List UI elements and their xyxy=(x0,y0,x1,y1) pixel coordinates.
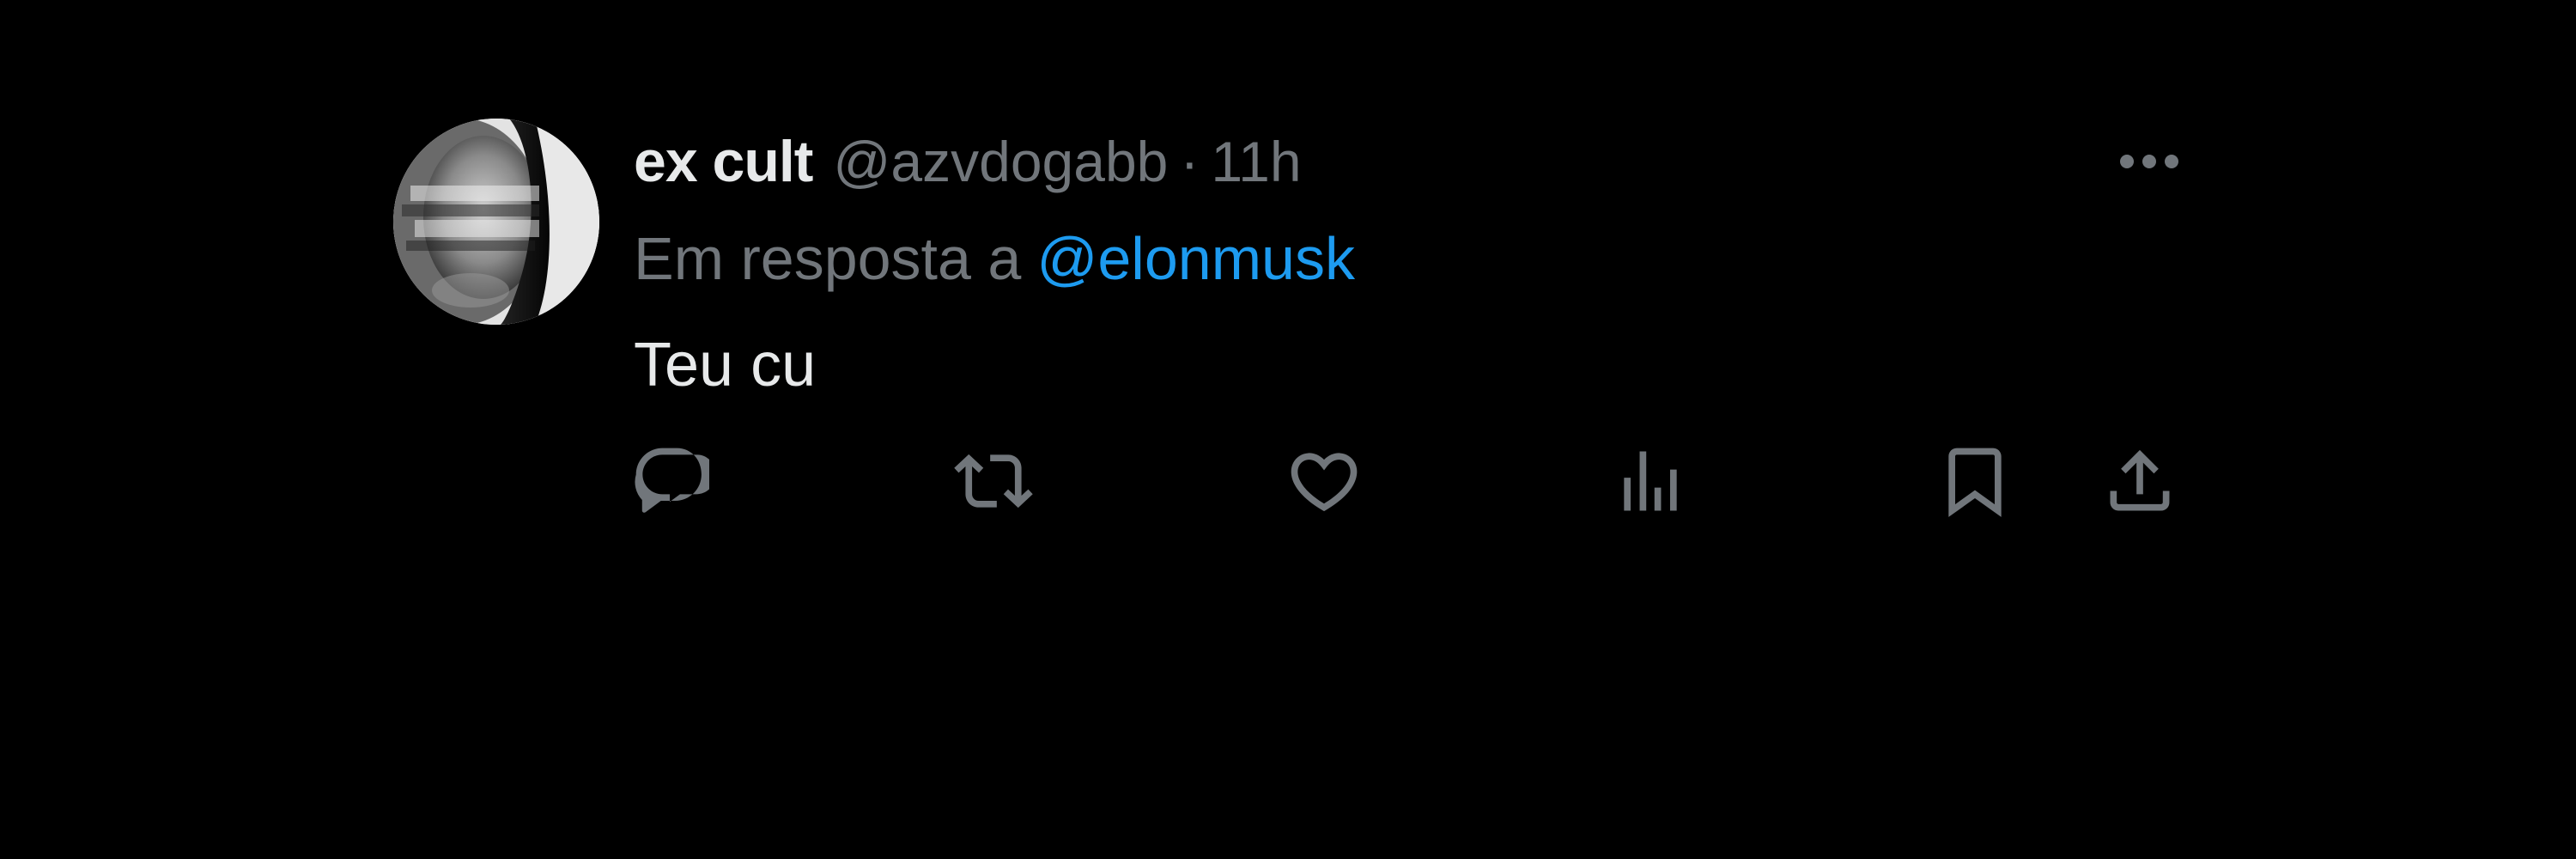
repost-icon xyxy=(954,454,1033,509)
bookmark-icon xyxy=(1948,448,2002,517)
heart-icon xyxy=(1291,453,1358,512)
more-dot xyxy=(2142,155,2156,168)
views-icon xyxy=(1624,451,1677,511)
share-icon xyxy=(2110,449,2170,511)
reply-context: Em resposta a @elonmusk xyxy=(634,211,1355,306)
tweet-text: Teu cu xyxy=(634,331,817,399)
like-button[interactable] xyxy=(1281,438,1367,524)
bookmark-button[interactable] xyxy=(1932,438,2018,524)
tweet-header: ex cult @azvdogabb · 11h xyxy=(634,119,1922,204)
more-dot xyxy=(2120,155,2134,168)
avatar-image xyxy=(393,119,599,325)
tweet[interactable]: ex cult @azvdogabb · 11h Em resposta a @… xyxy=(393,119,2188,531)
reply-button[interactable] xyxy=(627,438,713,524)
repost-button[interactable] xyxy=(951,438,1036,524)
avatar[interactable] xyxy=(393,119,599,325)
reply-mention-link[interactable]: @elonmusk xyxy=(1036,224,1355,293)
header-separator: · xyxy=(1180,130,1200,193)
user-handle[interactable]: @azvdogabb xyxy=(833,129,1168,194)
views-button[interactable] xyxy=(1607,438,1693,524)
timestamp[interactable]: 11h xyxy=(1211,129,1301,194)
reply-icon xyxy=(635,448,709,513)
reply-prefix: Em resposta a xyxy=(634,225,1022,292)
page: ex cult @azvdogabb · 11h Em resposta a @… xyxy=(0,0,2576,859)
share-button[interactable] xyxy=(2097,438,2183,524)
display-name[interactable]: ex cult xyxy=(634,128,813,195)
more-dot xyxy=(2165,155,2178,168)
more-button[interactable] xyxy=(2111,144,2188,179)
tweet-actions xyxy=(627,438,2172,524)
